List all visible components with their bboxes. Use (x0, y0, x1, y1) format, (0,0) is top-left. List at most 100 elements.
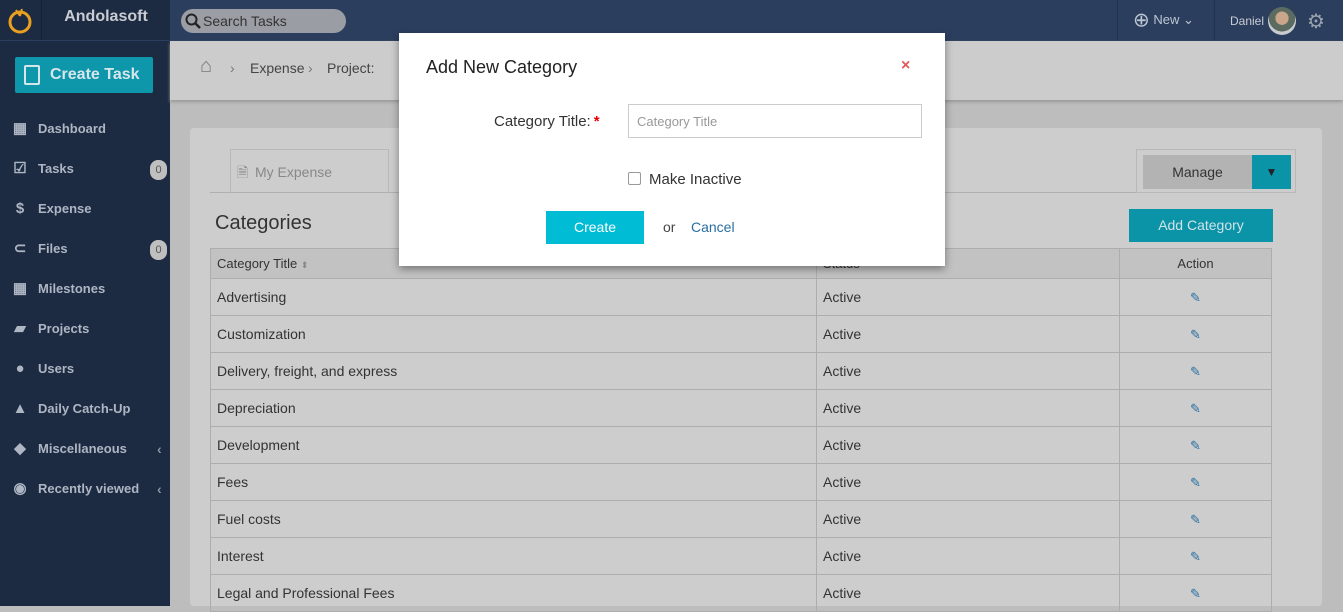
action-cell: ✎ (1119, 278, 1272, 316)
sidebar-item-label: Projects (38, 321, 90, 336)
count-badge: 0 (150, 240, 167, 260)
sidebar-item-tasks[interactable]: ☑ Tasks 0 (0, 149, 170, 189)
user-name[interactable]: Daniel (1230, 0, 1264, 40)
grid-icon: ▦ (12, 280, 28, 297)
sidebar-item-projects[interactable]: ▰ Projects (0, 309, 170, 349)
sidebar-item-label: Tasks (38, 161, 74, 176)
breadcrumb-expense[interactable]: Expense (250, 60, 304, 76)
category-title: Customization (210, 315, 817, 353)
modal-title: Add New Category (426, 57, 578, 77)
edit-icon[interactable]: ✎ (1190, 438, 1201, 453)
edit-icon[interactable]: ✎ (1190, 475, 1201, 490)
column-header-action: Action (1119, 248, 1272, 279)
category-title: Interest (210, 537, 817, 575)
sidebar-item-recently-viewed[interactable]: ◉ Recently viewed ‹ (0, 469, 170, 509)
sidebar-item-milestones[interactable]: ▦ Milestones (0, 269, 170, 309)
action-cell: ✎ (1119, 315, 1272, 353)
edit-icon[interactable]: ✎ (1190, 586, 1201, 601)
create-task-label: Create Task (50, 66, 140, 83)
table-row: Customization Active ✎ (210, 315, 1272, 353)
category-title: Advertising (210, 278, 817, 316)
edit-icon[interactable]: ✎ (1190, 364, 1201, 379)
sidebar-item-label: Users (38, 361, 75, 376)
close-icon[interactable]: × (901, 57, 910, 75)
edit-icon[interactable]: ✎ (1190, 549, 1201, 564)
category-status: Active (816, 352, 1120, 390)
breadcrumb-separator: › (230, 60, 235, 76)
edit-icon[interactable]: ✎ (1190, 512, 1201, 527)
category-status: Active (816, 537, 1120, 575)
sort-icon: ⬍ (300, 260, 309, 270)
header-label: Category Title (217, 256, 298, 271)
category-status: Active (816, 426, 1120, 464)
search-icon (185, 13, 201, 29)
clipboard-plus-icon (24, 65, 40, 85)
category-title: Delivery, freight, and express (210, 352, 817, 390)
eye-icon: ◉ (13, 480, 27, 497)
action-cell: ✎ (1119, 537, 1272, 575)
category-status: Active (816, 315, 1120, 353)
sidebar-item-label: Recently viewed (38, 481, 140, 496)
sidebar-item-expense[interactable]: $ Expense (0, 189, 170, 229)
tab-my-expense[interactable]: 🗎 My Expense (230, 149, 389, 193)
sidebar-item-label: Files (38, 241, 68, 256)
action-cell: ✎ (1119, 352, 1272, 390)
dashboard-icon: ▦ (12, 120, 28, 137)
action-cell: ✎ (1119, 426, 1272, 464)
count-badge: 0 (150, 160, 167, 180)
make-inactive-checkbox[interactable] (628, 172, 641, 185)
add-category-button[interactable]: Add Category (1129, 209, 1273, 242)
project-label: Project: (327, 60, 375, 76)
sidebar: Create Task ▦ Dashboard ☑ Tasks 0 $ Expense ⊂ Fi… (0, 41, 170, 606)
action-cell: ✎ (1119, 463, 1272, 501)
table-row: Fuel costs Active ✎ (210, 500, 1272, 538)
search-input[interactable]: Search Tasks (181, 9, 346, 33)
category-status: Active (816, 389, 1120, 427)
make-inactive-label[interactable]: Make Inactive (649, 171, 742, 188)
new-label: New (1153, 12, 1180, 27)
sidebar-item-label: Expense (38, 201, 92, 216)
category-status: Active (816, 500, 1120, 538)
avatar[interactable] (1268, 7, 1296, 35)
sidebar-item-label: Milestones (38, 281, 106, 296)
edit-icon[interactable]: ✎ (1190, 290, 1201, 305)
action-cell: ✎ (1119, 389, 1272, 427)
edit-icon[interactable]: ✎ (1190, 401, 1201, 416)
sidebar-nav: ▦ Dashboard ☑ Tasks 0 $ Expense ⊂ Files 0 ▦ Milesto… (0, 109, 170, 509)
briefcase-icon: ▰ (14, 320, 26, 337)
table-row: Delivery, freight, and express Active ✎ (210, 352, 1272, 390)
chevron-left-icon[interactable]: ‹ (157, 429, 162, 469)
category-title: Development (210, 426, 817, 464)
manage-button[interactable]: Manage (1143, 155, 1252, 189)
edit-icon[interactable]: ✎ (1190, 327, 1201, 342)
category-title-label: Category Title: * (494, 113, 600, 130)
new-button[interactable]: ⊕ New ⌄ (1117, 0, 1215, 40)
chevron-left-icon[interactable]: ‹ (157, 469, 162, 509)
create-task-button[interactable]: Create Task (15, 57, 153, 93)
sidebar-item-dashboard[interactable]: ▦ Dashboard (0, 109, 170, 149)
bell-plus-icon: ▲ (12, 400, 28, 417)
category-title-input[interactable] (628, 104, 922, 138)
gear-icon[interactable]: ⚙ (1307, 9, 1325, 34)
label-text: Category Title: (494, 113, 591, 130)
cancel-link[interactable]: Cancel (691, 219, 735, 235)
category-status: Active (816, 463, 1120, 501)
app-logo[interactable] (0, 0, 42, 40)
table-row: Depreciation Active ✎ (210, 389, 1272, 427)
layers-icon: ◆ (14, 440, 26, 457)
sidebar-item-files[interactable]: ⊂ Files 0 (0, 229, 170, 269)
category-title: Fuel costs (210, 500, 817, 538)
sidebar-item-label: Miscellaneous (38, 441, 127, 456)
sidebar-item-miscellaneous[interactable]: ◆ Miscellaneous ‹ (0, 429, 170, 469)
logo-icon (8, 8, 32, 34)
sidebar-item-users[interactable]: ● Users (0, 349, 170, 389)
category-title: Depreciation (210, 389, 817, 427)
dollar-icon: $ (15, 200, 25, 217)
category-status: Active (816, 278, 1120, 316)
clipboard-check-icon: ☑ (13, 160, 27, 177)
create-button[interactable]: Create (546, 211, 644, 244)
caret-down-icon[interactable]: ▼ (1252, 155, 1291, 189)
home-icon[interactable]: ⌂ (200, 55, 212, 78)
page-title: Categories (215, 212, 312, 234)
sidebar-item-daily-catch-up[interactable]: ▲ Daily Catch-Up (0, 389, 170, 429)
